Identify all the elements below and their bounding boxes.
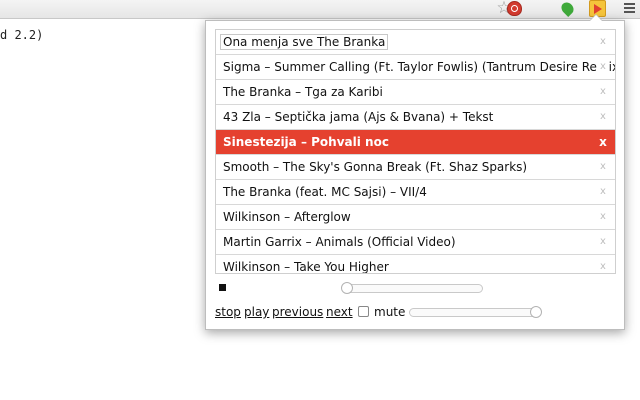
playlist-item[interactable]: Smooth – The Sky's Gonna Break (Ft. Shaz… bbox=[216, 155, 615, 180]
track-title: The Branka – Tga za Karibi bbox=[223, 85, 383, 99]
remove-track-icon[interactable]: x bbox=[597, 30, 609, 54]
stop-link[interactable]: stop bbox=[215, 305, 241, 319]
player-popup: Ona menja sve The Branka x Sigma – Summer … bbox=[205, 14, 625, 330]
track-title: Wilkinson – Take You Higher bbox=[223, 260, 389, 274]
track-title: Sigma – Summer Calling (Ft. Taylor Fowli… bbox=[223, 60, 615, 74]
track-title: Sinestezija – Pohvali noc bbox=[223, 135, 389, 149]
seek-slider[interactable] bbox=[345, 284, 483, 293]
background-code-text: d 2.2) bbox=[0, 28, 44, 42]
playlist-item[interactable]: Ona menja sve The Branka x bbox=[216, 30, 615, 55]
track-title: Martin Garrix – Animals (Official Video) bbox=[223, 235, 456, 249]
volume-slider-handle[interactable] bbox=[530, 306, 542, 318]
green-extension-icon[interactable] bbox=[558, 0, 576, 17]
previous-link[interactable]: previous bbox=[272, 305, 323, 319]
playlist-item[interactable]: 43 Zla – Septička jama (Ajs & Bvana) + T… bbox=[216, 105, 615, 130]
playlist-item[interactable]: Martin Garrix – Animals (Official Video)… bbox=[216, 230, 615, 255]
mute-label: mute bbox=[374, 305, 406, 319]
playlist-item[interactable]: Sinestezija – Pohvali noc x bbox=[216, 130, 615, 155]
playlist-item[interactable]: Wilkinson – Take You Higher x bbox=[216, 255, 615, 274]
track-title: The Branka (feat. MC Sajsi) – VII/4 bbox=[223, 185, 427, 199]
remove-track-icon[interactable]: x bbox=[597, 230, 609, 254]
next-link[interactable]: next bbox=[326, 305, 353, 319]
stop-square-icon[interactable] bbox=[219, 284, 226, 291]
remove-track-icon[interactable]: x bbox=[597, 130, 609, 154]
playlist-item[interactable]: Sigma – Summer Calling (Ft. Taylor Fowli… bbox=[216, 55, 615, 80]
remove-track-icon[interactable]: x bbox=[597, 80, 609, 104]
remove-track-icon[interactable]: x bbox=[597, 255, 609, 273]
playlist-item[interactable]: The Branka (feat. MC Sajsi) – VII/4 x bbox=[216, 180, 615, 205]
browser-toolbar: ☆ bbox=[0, 0, 640, 19]
menu-icon[interactable] bbox=[620, 0, 638, 16]
volume-slider[interactable] bbox=[409, 308, 537, 317]
remove-track-icon[interactable]: x bbox=[597, 155, 609, 179]
track-title: Wilkinson – Afterglow bbox=[223, 210, 351, 224]
playlist-item[interactable]: Wilkinson – Afterglow x bbox=[216, 205, 615, 230]
remove-track-icon[interactable]: x bbox=[597, 180, 609, 204]
remove-track-icon[interactable]: x bbox=[597, 105, 609, 129]
track-title: 43 Zla – Septička jama (Ajs & Bvana) + T… bbox=[223, 110, 494, 124]
track-title: Smooth – The Sky's Gonna Break (Ft. Shaz… bbox=[223, 160, 528, 174]
track-title: Ona menja sve The Branka bbox=[220, 34, 389, 50]
red-extension-icon[interactable] bbox=[504, 0, 524, 16]
remove-track-icon[interactable]: x bbox=[597, 55, 609, 79]
mute-checkbox[interactable] bbox=[358, 306, 369, 317]
playback-controls: stop play previous next mute bbox=[215, 305, 620, 321]
playlist-item[interactable]: The Branka – Tga za Karibi x bbox=[216, 80, 615, 105]
remove-track-icon[interactable]: x bbox=[597, 205, 609, 229]
playlist[interactable]: Ona menja sve The Branka x Sigma – Summer … bbox=[215, 29, 616, 274]
seek-row bbox=[219, 282, 619, 295]
play-link[interactable]: play bbox=[244, 305, 269, 319]
seek-slider-handle[interactable] bbox=[341, 282, 353, 294]
